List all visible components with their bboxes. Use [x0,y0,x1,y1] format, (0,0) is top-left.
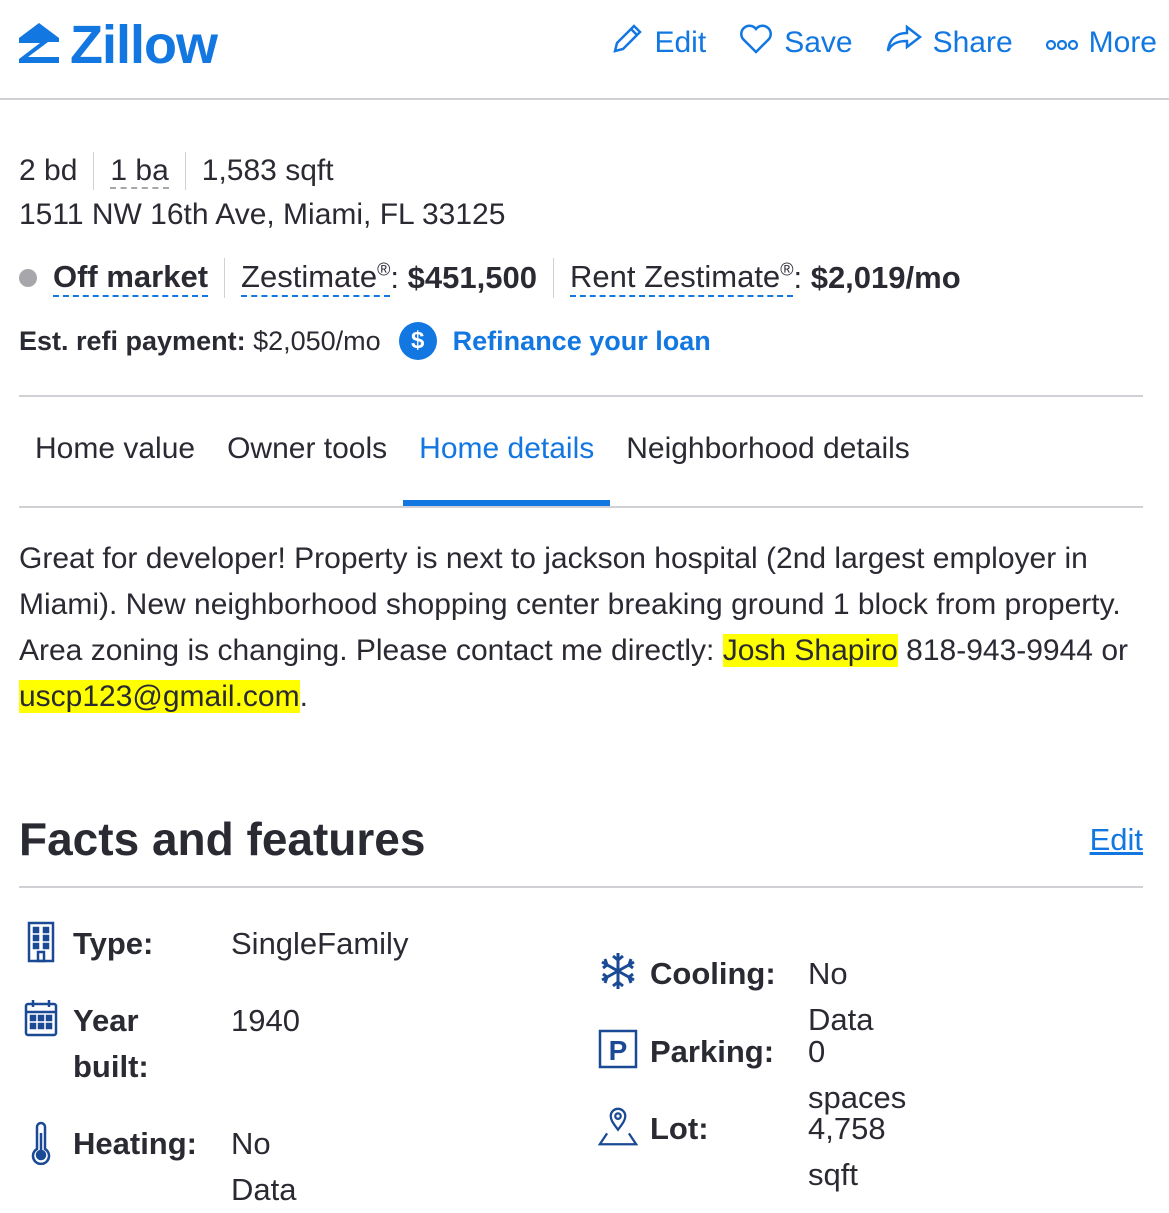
more-dots-icon [1045,26,1089,60]
share-arrow-icon [885,24,933,62]
tab-home-value[interactable]: Home value [19,420,211,506]
rent-zestimate-label-text: Rent Zestimate [569,259,781,295]
share-button[interactable]: Share [885,24,1013,62]
logo-text: Zillow [70,15,218,75]
thermometer-icon [21,1121,61,1167]
zillow-logo[interactable]: Zillow [16,14,218,76]
more-button[interactable]: More [1045,26,1157,60]
edit-label: Edit [654,26,707,59]
fact-label: Lot: [650,1111,709,1146]
fact-year-built: Year built: 1940 [21,998,300,1090]
edit-button[interactable]: Edit [610,22,706,64]
fact-parking: P Parking: 0 spaces [598,1029,906,1115]
tab-owner-tools[interactable]: Owner tools [211,420,403,506]
rent-zestimate-label[interactable]: Rent Zestimate® [569,259,794,297]
property-address: 1511 NW 16th Ave, Miami, FL 33125 [19,198,506,231]
status-row: Off market Zestimate®: $451,500 Rent Zes… [19,258,961,298]
status-dot-icon [19,269,37,287]
fact-value: 4,758 sqft [808,1111,886,1192]
dollar-icon: $ [398,322,437,360]
property-description: Great for developer! Property is next to… [19,536,1139,720]
separator [184,152,186,190]
separator [93,152,95,190]
fact-type: Type: SingleFamily [21,921,408,967]
fact-value: No Data [231,1126,297,1207]
building-icon [21,921,61,967]
facts-edit-link[interactable]: Edit [1090,822,1143,858]
fact-lot: Lot: 4,758 sqft [598,1106,886,1192]
fact-value: SingleFamily [231,926,409,961]
zestimate-label[interactable]: Zestimate® [241,259,391,297]
off-market-status[interactable]: Off market [53,259,209,297]
contact-email-highlight: uscp123@gmail.com [19,680,300,713]
beds-value: 2 bd [19,154,78,187]
header-actions: Edit Save Share More [578,22,1157,64]
share-label: Share [932,26,1013,59]
save-button[interactable]: Save [738,23,853,63]
registered-mark: ® [780,259,794,280]
description-end: . [299,680,308,713]
registered-mark: ® [377,259,391,280]
fact-label: Heating: [73,1126,197,1161]
refi-value: $2,050/mo [253,325,381,356]
lot-pin-icon [598,1106,638,1152]
snowflake-icon [598,951,638,997]
refinance-link[interactable]: Refinance your loan [453,326,711,357]
rent-zestimate-value: $2,019/mo [810,260,961,295]
sqft-value: 1,583 sqft [201,154,334,187]
zestimate-value: $451,500 [407,260,537,295]
divider [19,395,1143,397]
save-label: Save [784,26,853,59]
bed-bath-sqft-row: 2 bd 1 ba 1,583 sqft [19,152,334,190]
baths-value[interactable]: 1 ba [110,154,169,189]
contact-name-highlight: Josh Shapiro [722,634,898,667]
fact-label: Type: [73,926,154,961]
colon: : [390,260,400,295]
facts-features-title: Facts and features [19,813,426,865]
top-header: Zillow Edit Save Share More [0,0,1169,100]
refi-label: Est. refi payment: [19,325,246,356]
zillow-logo-icon [16,20,62,71]
tab-bar: Home value Owner tools Home details Neig… [19,420,1143,508]
svg-text:P: P [609,1035,628,1066]
calendar-icon [21,998,61,1044]
fact-label: Cooling: [650,956,776,991]
more-label: More [1088,26,1157,59]
colon: : [793,260,803,295]
tab-home-details[interactable]: Home details [403,420,611,506]
contact-phone-text: 818-943-9944 or [897,634,1128,667]
heart-icon [738,23,784,63]
tab-neighborhood-details[interactable]: Neighborhood details [610,420,926,506]
separator [552,258,554,298]
fact-label: Year built: [73,1003,149,1084]
refi-row: Est. refi payment: $2,050/mo $ Refinance… [19,322,711,360]
separator [224,258,226,298]
fact-label: Parking: [650,1034,775,1069]
zestimate-label-text: Zestimate [241,259,378,295]
fact-heating: Heating: No Data [21,1121,296,1207]
pencil-icon [610,22,654,64]
fact-cooling: Cooling: No Data [598,951,873,1037]
divider [19,886,1143,888]
fact-value: 1940 [231,1003,300,1038]
parking-icon: P [598,1029,638,1075]
